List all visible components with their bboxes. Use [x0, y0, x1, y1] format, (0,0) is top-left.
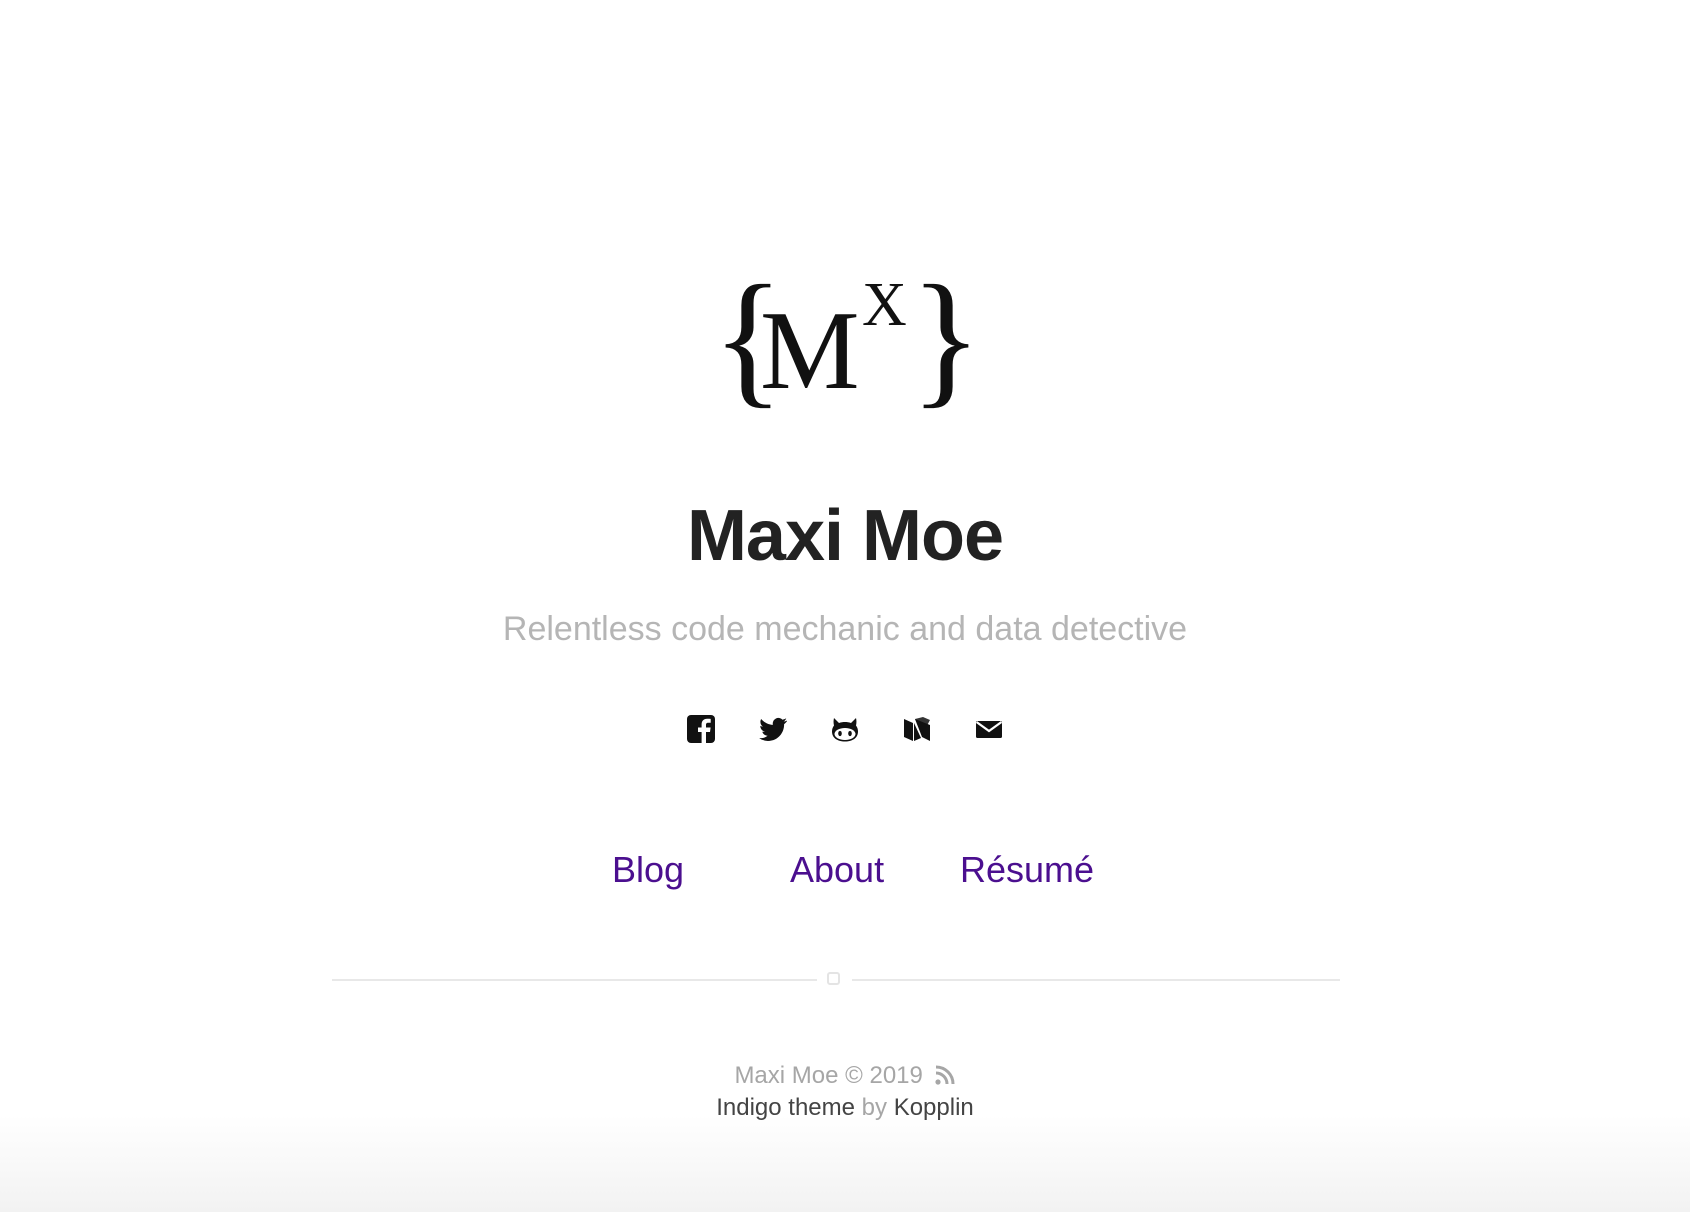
- section-divider: [332, 972, 1340, 985]
- logo-letter-x: X: [862, 271, 907, 339]
- mail-icon: [975, 721, 1003, 738]
- social-links: [0, 714, 1690, 744]
- footer-author-link[interactable]: Kopplin: [894, 1094, 974, 1121]
- divider-line-left: [332, 979, 817, 981]
- nav-link-about[interactable]: About: [790, 852, 884, 888]
- footer-copyright: Maxi Moe © 2019: [734, 1062, 923, 1089]
- divider-ornament: [827, 972, 840, 985]
- email-link[interactable]: [974, 714, 1004, 744]
- site-title: Maxi Moe: [686, 496, 1004, 576]
- footer-theme-link[interactable]: Indigo theme: [716, 1094, 855, 1121]
- main-nav: Blog About Résumé: [0, 852, 1690, 896]
- medium-link[interactable]: [902, 714, 932, 744]
- facebook-icon: [687, 715, 715, 743]
- facebook-link[interactable]: [686, 714, 716, 744]
- rss-icon: [934, 1065, 955, 1085]
- site-tagline: Relentless code mechanic and data detect…: [502, 610, 1188, 648]
- github-link[interactable]: [830, 714, 860, 744]
- footer-by-text: by: [861, 1094, 888, 1121]
- medium-icon: [904, 717, 930, 741]
- divider-line-right: [852, 979, 1340, 981]
- logo-graphic: { M X }: [712, 270, 980, 421]
- nav-link-resume[interactable]: Résumé: [960, 852, 1094, 888]
- logo-letter-m: M: [760, 289, 860, 413]
- github-icon: [832, 718, 858, 742]
- site-logo[interactable]: { M X }: [710, 270, 980, 430]
- logo-brace-right: }: [910, 270, 980, 421]
- twitter-link[interactable]: [758, 714, 788, 744]
- site-footer: Maxi Moe © 2019 Indigo theme by Kopplin: [0, 1060, 1690, 1124]
- page: { M X } Maxi Moe Relentless code mechani…: [0, 0, 1690, 1212]
- footer-copyright-line: Maxi Moe © 2019: [0, 1060, 1690, 1092]
- rss-link[interactable]: [934, 1064, 956, 1086]
- twitter-icon: [759, 717, 787, 741]
- nav-link-blog[interactable]: Blog: [612, 852, 684, 888]
- footer-credits-line: Indigo theme by Kopplin: [0, 1092, 1690, 1124]
